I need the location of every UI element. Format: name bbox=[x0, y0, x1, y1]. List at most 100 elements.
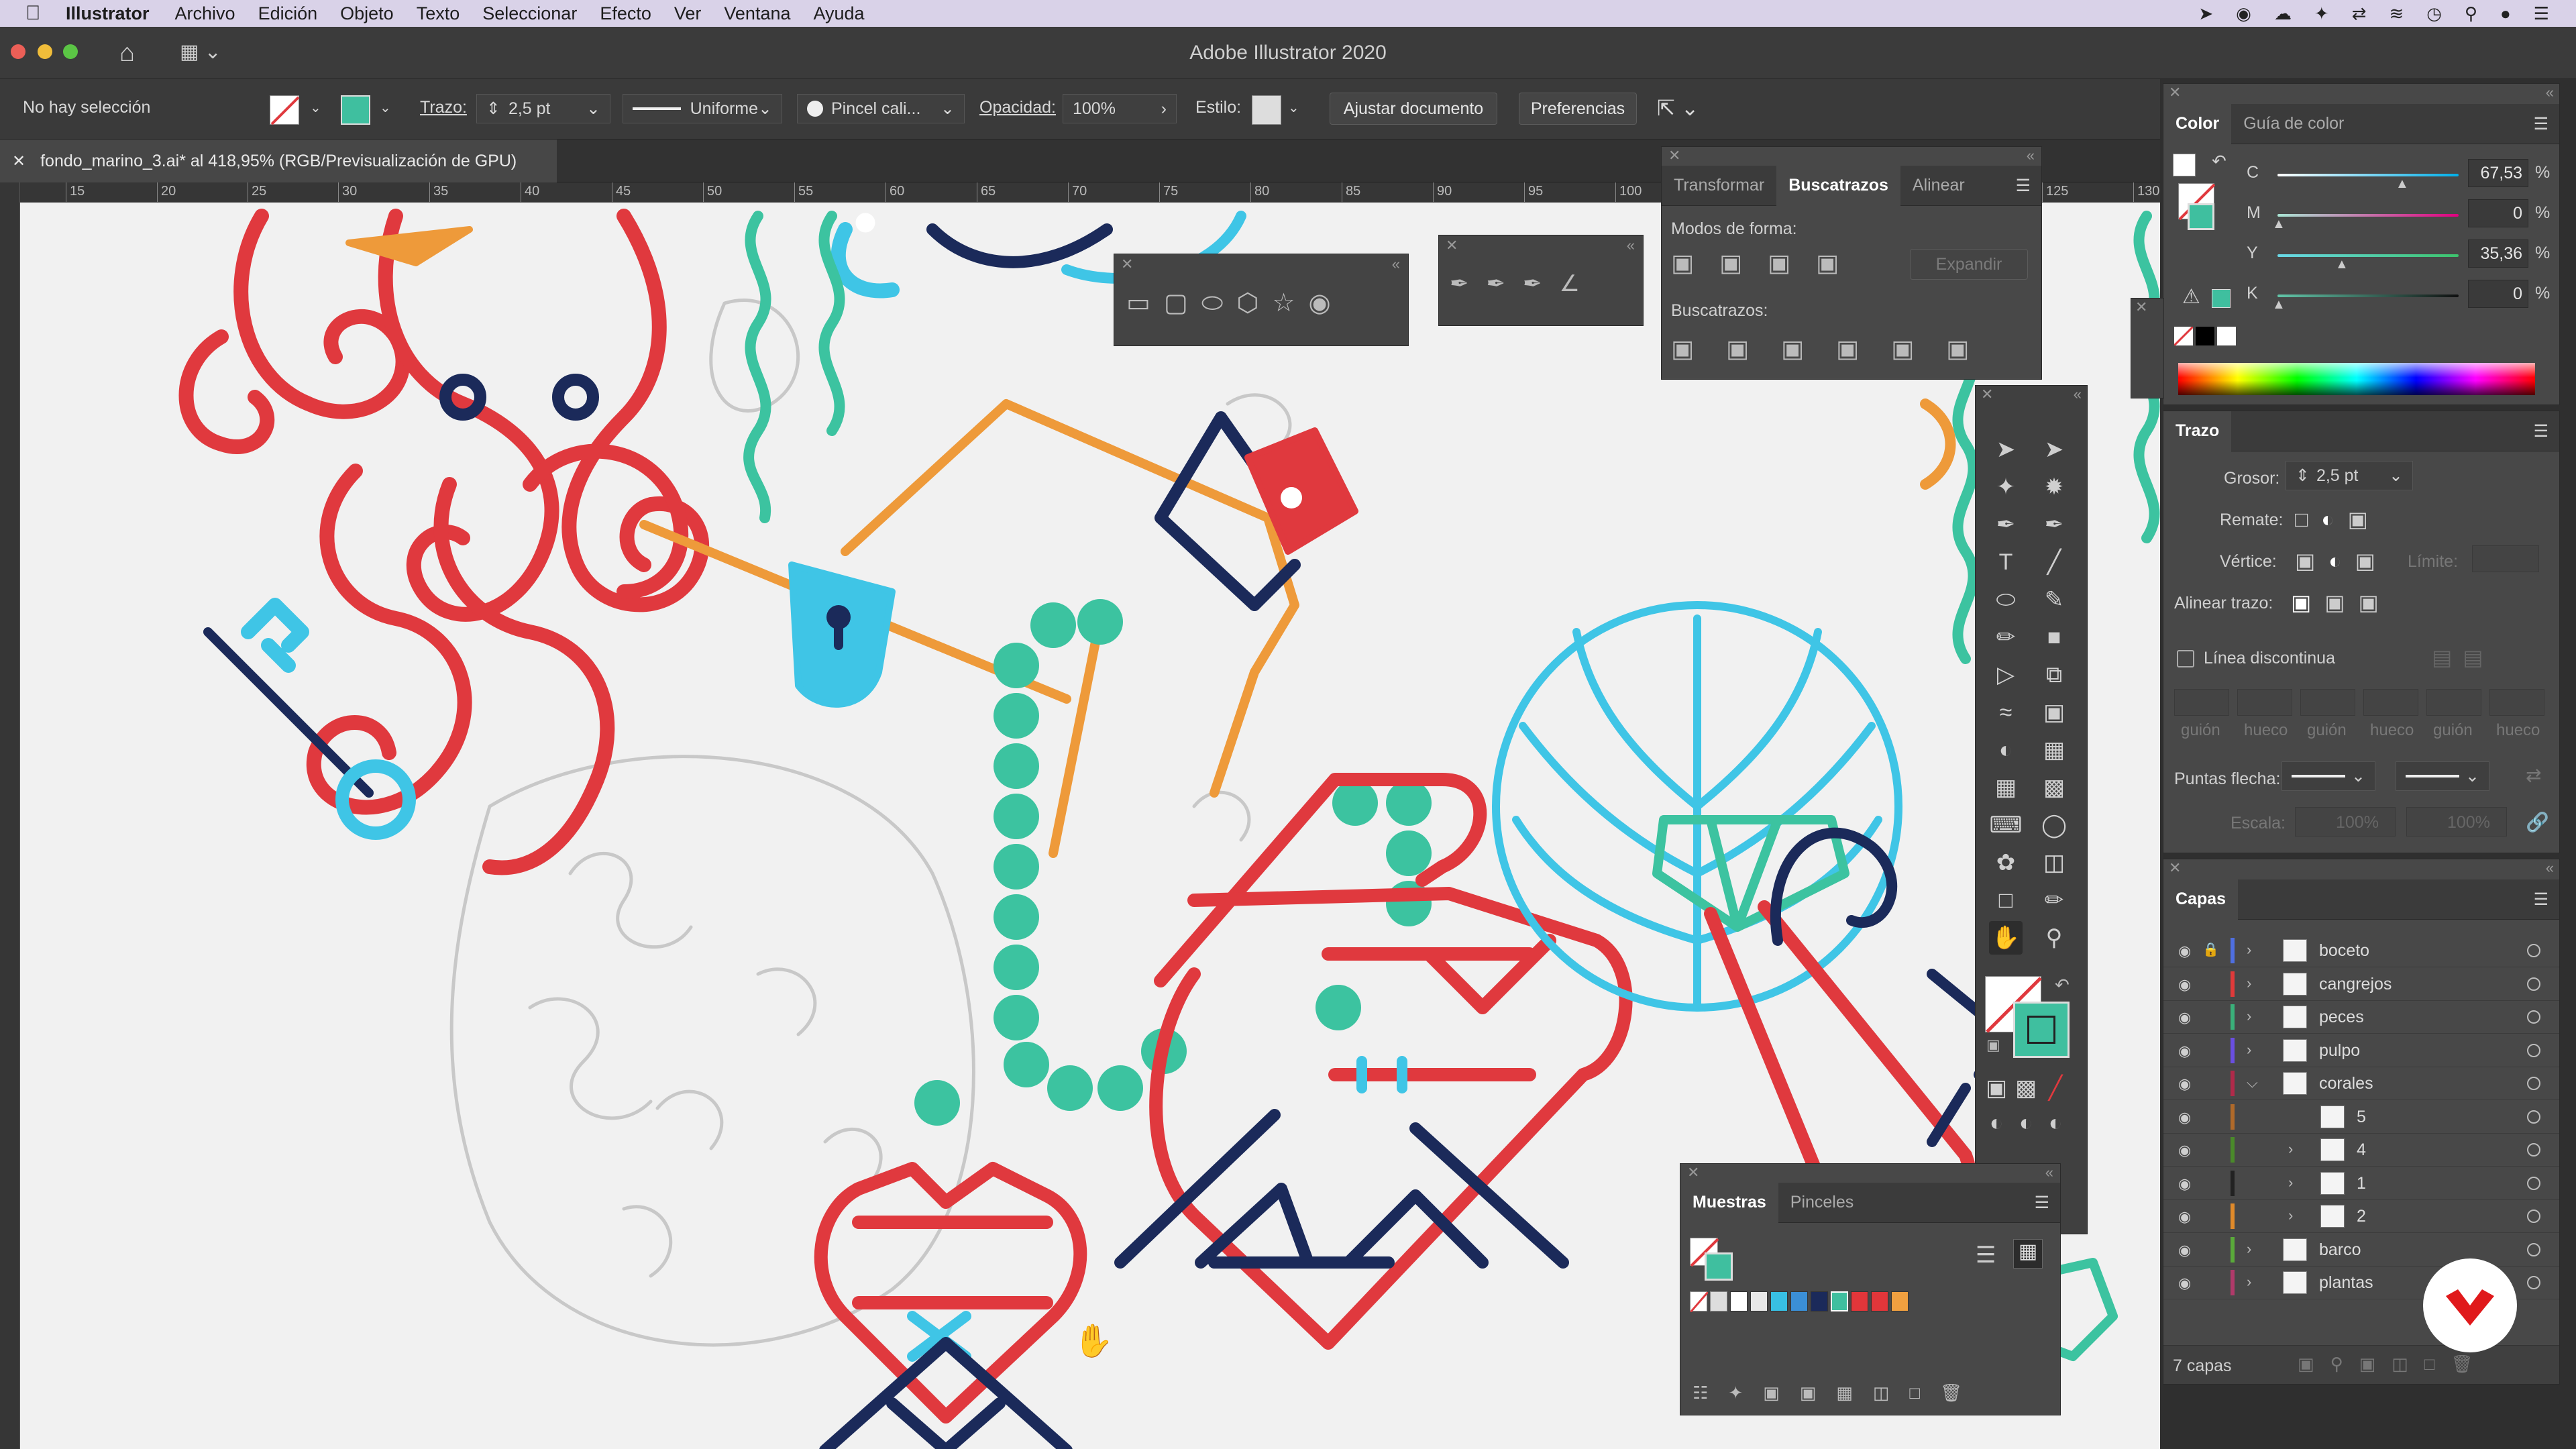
new-color-group-icon[interactable]: ▣ bbox=[1800, 1383, 1837, 1403]
close-icon[interactable]: ✕ bbox=[1121, 256, 1133, 273]
lasso-tool-icon[interactable]: ✹ bbox=[2037, 470, 2071, 504]
visibility-eye-icon[interactable]: ◉ bbox=[2178, 1042, 2191, 1060]
ellipse-tool-icon[interactable]: ⬭ bbox=[1989, 583, 2023, 616]
visibility-eye-icon[interactable]: ◉ bbox=[2178, 1208, 2191, 1226]
eyedropper-tool-icon[interactable]: ⌨ bbox=[1989, 808, 2023, 842]
selection-tool-icon[interactable]: ➤ bbox=[1989, 433, 2023, 466]
chevron-down-icon[interactable]: ⌄ bbox=[758, 99, 772, 119]
swap-icon[interactable]: ↶ bbox=[2212, 151, 2226, 172]
pen-tools[interactable]: ✒✒✒∠ bbox=[1450, 270, 1597, 297]
layer-name[interactable]: 1 bbox=[2357, 1174, 2366, 1193]
projecting-cap-icon[interactable]: ▣ bbox=[2348, 507, 2381, 531]
menu-texto[interactable]: Texto bbox=[417, 3, 460, 24]
close-icon[interactable]: ✕ bbox=[1687, 1164, 1699, 1181]
shape-mode-buttons[interactable]: ▣▣▣▣ bbox=[1671, 249, 1864, 277]
close-tab-icon[interactable]: ✕ bbox=[12, 152, 25, 171]
target-circle-icon[interactable] bbox=[2527, 1077, 2540, 1090]
target-circle-icon[interactable] bbox=[2527, 1210, 2540, 1223]
none-mode-icon[interactable]: ╱ bbox=[2039, 1071, 2072, 1105]
y-slider[interactable] bbox=[2277, 254, 2459, 257]
visibility-eye-icon[interactable]: ◉ bbox=[2178, 976, 2191, 994]
lock-icon[interactable]: 🔒 bbox=[2202, 941, 2219, 958]
menu-ventana[interactable]: Ventana bbox=[724, 3, 790, 24]
preferences-button[interactable]: Preferencias bbox=[1519, 93, 1637, 125]
m-slider[interactable] bbox=[2277, 214, 2459, 217]
current-stroke-swatch[interactable] bbox=[1705, 1252, 1733, 1281]
tab-trazo[interactable]: Trazo bbox=[2163, 411, 2232, 451]
library-icon[interactable]: ☷ bbox=[1693, 1383, 1728, 1403]
y-value-field[interactable]: 35,36 bbox=[2468, 239, 2528, 268]
menu-ayuda[interactable]: Ayuda bbox=[814, 3, 865, 24]
pen-tool-icon[interactable]: ✒ bbox=[1450, 271, 1487, 297]
panel-menu-icon[interactable]: ☰ bbox=[2035, 1193, 2049, 1213]
layer-name[interactable]: plantas bbox=[2319, 1273, 2373, 1293]
collapse-icon[interactable]: « bbox=[2027, 147, 2035, 164]
target-circle-icon[interactable] bbox=[2527, 1143, 2540, 1157]
profile-select[interactable]: Uniforme ⌄ bbox=[623, 94, 782, 123]
clipping-mask-icon[interactable]: ▣ bbox=[2359, 1354, 2392, 1374]
align-dash-icon[interactable]: ▤ bbox=[2463, 645, 2493, 669]
collapsed-panel-strip[interactable]: ✕ bbox=[2131, 298, 2164, 398]
divide-icon[interactable]: ▣ bbox=[1671, 335, 1726, 362]
color-mode-icon[interactable]: ▣ bbox=[1980, 1071, 2013, 1105]
draw-behind-icon[interactable]: ◐ bbox=[2009, 1106, 2043, 1140]
visibility-eye-icon[interactable]: ◉ bbox=[2178, 1242, 2191, 1259]
swap-colors-icon[interactable]: ↶ bbox=[2055, 975, 2070, 996]
menu-app-name[interactable]: Illustrator bbox=[66, 3, 150, 24]
panel-menu-icon[interactable]: ☰ bbox=[2534, 421, 2548, 441]
free-transform-tool-icon[interactable]: ▣ bbox=[2037, 696, 2071, 729]
color-stroke-swatch[interactable] bbox=[2188, 203, 2214, 230]
layer-name[interactable]: cangrejos bbox=[2319, 975, 2392, 994]
end-arrow-select[interactable]: ⌄ bbox=[2396, 761, 2489, 791]
opacity-label[interactable]: Opacidad: bbox=[979, 98, 1056, 117]
brush-select[interactable]: Pincel cali... ⌄ bbox=[797, 94, 965, 123]
target-circle-icon[interactable] bbox=[2527, 1176, 2540, 1190]
chevron-down-icon[interactable]: ⌄ bbox=[941, 99, 955, 119]
stroke-label[interactable]: Trazo: bbox=[420, 98, 467, 117]
scale-tool-icon[interactable]: ⧉ bbox=[2037, 658, 2071, 692]
chevron-down-icon[interactable]: ⌄ bbox=[2351, 766, 2365, 786]
cursor-tool-icon[interactable]: ✦ bbox=[2314, 3, 2329, 24]
align-buttons[interactable]: ▣▣▣ bbox=[2291, 590, 2392, 615]
zoom-tool-icon[interactable]: ⚲ bbox=[2037, 921, 2071, 955]
style-swatch[interactable] bbox=[1252, 95, 1281, 125]
outline-icon[interactable]: ▣ bbox=[1891, 335, 1946, 362]
layer-name[interactable]: pulpo bbox=[2319, 1041, 2360, 1061]
opacity-value[interactable]: 100% bbox=[1073, 99, 1116, 119]
gap-field[interactable] bbox=[2489, 689, 2544, 716]
paintbrush-tool-icon[interactable]: ✎ bbox=[2037, 583, 2071, 616]
stroke-weight-value[interactable]: 2,5 pt bbox=[508, 99, 551, 119]
anchor-point-tool-icon[interactable]: ∠ bbox=[1560, 271, 1597, 297]
target-circle-icon[interactable] bbox=[2527, 1043, 2540, 1057]
chevron-right-icon[interactable]: › bbox=[2247, 1240, 2251, 1258]
new-folder-icon[interactable]: ◫ bbox=[1873, 1383, 1910, 1403]
butt-cap-icon[interactable]: □ bbox=[2295, 507, 2321, 531]
dashed-checkbox[interactable] bbox=[2177, 650, 2194, 667]
menu-ver[interactable]: Ver bbox=[674, 3, 702, 24]
visibility-eye-icon[interactable]: ◉ bbox=[2178, 1175, 2191, 1193]
style-dropdown-icon[interactable]: ⌄ bbox=[1288, 99, 1299, 116]
swatch-registration[interactable] bbox=[1710, 1291, 1727, 1311]
minus-back-icon[interactable]: ▣ bbox=[1946, 335, 2001, 362]
stroke-dropdown-icon[interactable]: ⌄ bbox=[380, 99, 391, 116]
gap-field[interactable] bbox=[2363, 689, 2418, 716]
preserve-dash-icon[interactable]: ▤ bbox=[2432, 645, 2463, 669]
bevel-join-icon[interactable]: ▣ bbox=[2355, 549, 2389, 573]
target-circle-icon[interactable] bbox=[2527, 1276, 2540, 1289]
trim-icon[interactable]: ▣ bbox=[1726, 335, 1781, 362]
collapse-icon[interactable]: « bbox=[1392, 256, 1400, 273]
new-layer-icon[interactable]: □ bbox=[2424, 1354, 2451, 1374]
collapse-icon[interactable]: « bbox=[1627, 237, 1635, 254]
sublayer-row[interactable]: ◉ › 2 bbox=[2163, 1200, 2559, 1233]
tab-transformar[interactable]: Transformar bbox=[1662, 166, 1776, 206]
new-swatch-icon[interactable]: □ bbox=[1909, 1383, 1940, 1403]
dash-field[interactable] bbox=[2426, 689, 2481, 716]
chevron-down-icon[interactable]: ⌄ bbox=[586, 99, 600, 119]
chevron-right-icon[interactable]: › bbox=[2247, 1008, 2251, 1025]
stepper-icon[interactable]: ⇕ bbox=[486, 99, 500, 119]
menu-edicion[interactable]: Edición bbox=[258, 3, 318, 24]
dash-field[interactable] bbox=[2174, 689, 2229, 716]
sync-icon[interactable]: ⇄ bbox=[2352, 3, 2367, 24]
perspective-grid-tool-icon[interactable]: ▦ bbox=[2037, 733, 2071, 767]
locate-object-icon[interactable]: ⚲ bbox=[2330, 1354, 2359, 1374]
